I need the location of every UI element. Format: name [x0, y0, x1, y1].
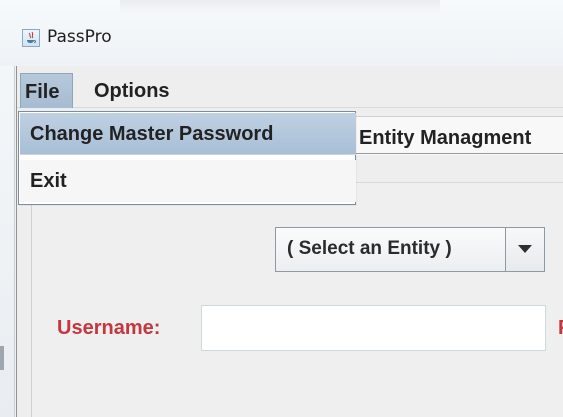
chevron-down-icon — [518, 245, 532, 253]
menu-item-change-master-password[interactable]: Change Master Password — [20, 113, 356, 155]
menu-item-exit[interactable]: Exit — [20, 160, 356, 202]
tab-entity-management-label: Entity Managment — [359, 127, 532, 149]
window-edge-marker — [0, 346, 4, 370]
options-menu[interactable]: Options — [83, 73, 183, 109]
file-menu[interactable]: File — [20, 73, 73, 109]
username-label: Username: — [57, 317, 161, 339]
truncated-field-label: P — [558, 314, 563, 342]
java-app-icon — [22, 29, 40, 47]
file-dropdown-menu: Change Master Password Exit — [18, 111, 356, 205]
window-title: PassPro — [47, 27, 112, 47]
title-bar-shadow — [120, 0, 440, 14]
entity-select-arrow-button[interactable] — [506, 228, 544, 271]
username-input[interactable] — [201, 305, 546, 351]
entity-panel — [31, 182, 563, 417]
entity-select-value: ( Select an Entity ) — [287, 238, 452, 259]
